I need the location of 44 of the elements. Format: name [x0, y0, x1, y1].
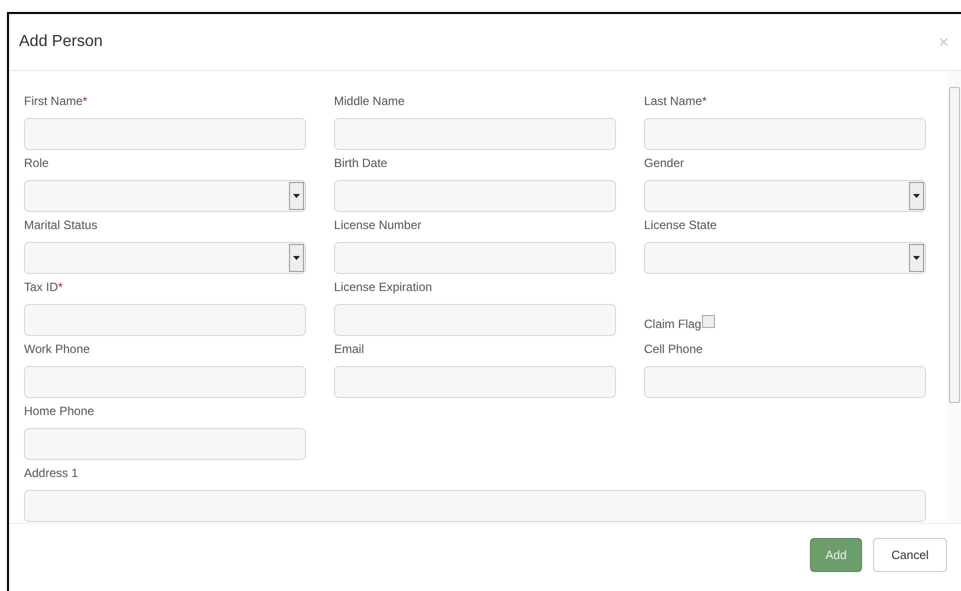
- field-label: Claim Flag: [644, 316, 702, 333]
- field-label: Home Phone: [24, 403, 96, 420]
- input-field[interactable]: [24, 304, 306, 336]
- input-field[interactable]: [334, 242, 616, 274]
- field-label: Birth Date: [334, 155, 388, 172]
- field-label: Middle Name: [334, 93, 406, 110]
- field-label: Email: [334, 341, 366, 358]
- scrollbar[interactable]: [947, 71, 961, 523]
- cancel-button[interactable]: Cancel: [873, 538, 947, 572]
- input-field[interactable]: [24, 366, 306, 398]
- checkbox[interactable]: [702, 314, 716, 328]
- dropdown-field[interactable]: [24, 180, 306, 212]
- input-field[interactable]: [24, 428, 306, 460]
- field-label: First Name*: [24, 93, 88, 110]
- dropdown-field[interactable]: [24, 242, 306, 274]
- dropdown-caret-icon[interactable]: [289, 244, 304, 272]
- field-label: Cell Phone: [644, 341, 704, 358]
- input-field[interactable]: [24, 118, 306, 150]
- field-label: License Number: [334, 217, 422, 234]
- add-button[interactable]: Add: [810, 538, 862, 572]
- input-field[interactable]: [24, 490, 926, 522]
- dialog-title: Add Person: [19, 32, 103, 52]
- input-field[interactable]: [334, 304, 616, 336]
- field-label: Marital Status: [24, 217, 98, 234]
- field-label: Work Phone: [24, 341, 91, 358]
- field-label: Role: [24, 155, 50, 172]
- field-label: License Expiration: [334, 279, 434, 296]
- dropdown-field[interactable]: [644, 242, 926, 274]
- input-field[interactable]: [334, 180, 616, 212]
- field-label: Tax ID*: [24, 279, 64, 296]
- dropdown-caret-icon[interactable]: [289, 182, 304, 210]
- input-field[interactable]: [644, 118, 926, 150]
- field-label: License State: [644, 217, 718, 234]
- field-label: Address 1: [24, 465, 80, 482]
- field-label: Last Name*: [644, 93, 708, 110]
- scrollbar-thumb[interactable]: [949, 87, 960, 403]
- input-field[interactable]: [334, 366, 616, 398]
- dropdown-field[interactable]: [644, 180, 926, 212]
- input-field[interactable]: [334, 118, 616, 150]
- close-button[interactable]: ×: [938, 33, 949, 51]
- dropdown-caret-icon[interactable]: [909, 182, 924, 210]
- field-label: Gender: [644, 155, 686, 172]
- input-field[interactable]: [644, 366, 926, 398]
- dropdown-caret-icon[interactable]: [909, 244, 924, 272]
